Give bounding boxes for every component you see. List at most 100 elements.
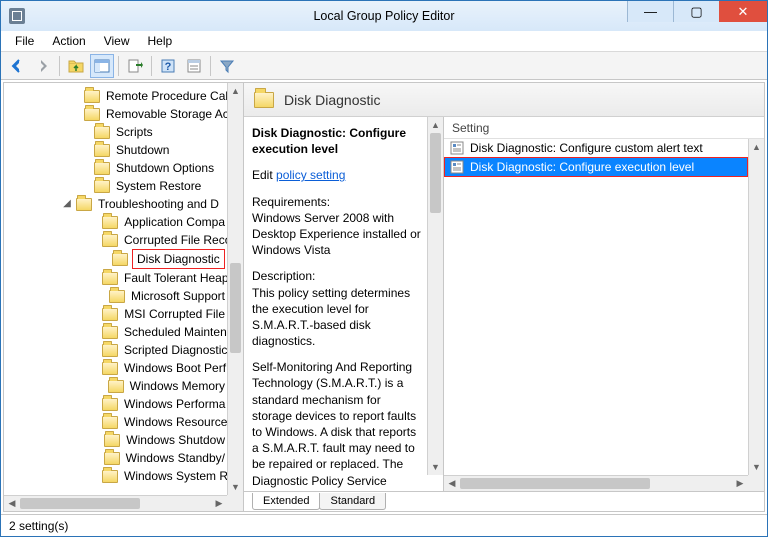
folder-icon: [102, 416, 118, 429]
tree-node[interactable]: Fault Tolerant Heap: [98, 269, 227, 287]
folder-icon: [76, 198, 92, 211]
folder-icon: [102, 308, 118, 321]
view-tabs: Extended Standard: [244, 491, 764, 511]
policy-icon: [450, 141, 464, 155]
maximize-button[interactable]: ▢: [673, 1, 719, 22]
toolbar-separator: [59, 56, 60, 76]
export-button[interactable]: [123, 54, 147, 78]
folder-icon: [102, 398, 118, 411]
menubar: File Action View Help: [1, 31, 767, 52]
help-button[interactable]: ?: [156, 54, 180, 78]
description-paragraph: Self-Monitoring And Reporting Technology…: [252, 359, 421, 491]
folder-icon: [109, 290, 125, 303]
policy-icon: [450, 160, 464, 174]
tree-node[interactable]: Windows Boot Perf: [98, 359, 227, 377]
menu-view[interactable]: View: [96, 32, 138, 50]
tree-node[interactable]: Shutdown: [80, 141, 227, 159]
tree-node-label: Fault Tolerant Heap: [122, 269, 227, 287]
tree-node-label: Scheduled Mainten: [122, 323, 227, 341]
status-text: 2 setting(s): [9, 519, 68, 533]
tab-extended[interactable]: Extended: [252, 493, 320, 510]
tree-pane: Remote Procedure Cal Removable Storage A…: [4, 83, 244, 511]
list-vertical-scrollbar[interactable]: ▲ ▼: [748, 139, 764, 475]
toolbar-separator: [151, 56, 152, 76]
tree-horizontal-scrollbar[interactable]: ◀ ▶: [4, 495, 227, 511]
settings-list-pane: Setting Disk Diagnostic: Configure custo…: [444, 117, 764, 491]
tree-vertical-scrollbar[interactable]: ▲ ▼: [227, 83, 243, 495]
description-label: Description:: [252, 268, 421, 284]
tree-node[interactable]: Scheduled Mainten: [98, 323, 227, 341]
description-vertical-scrollbar[interactable]: ▲ ▼: [427, 117, 443, 475]
minimize-button[interactable]: —: [627, 1, 673, 22]
tree-node[interactable]: Remote Procedure Cal: [80, 87, 227, 105]
folder-icon: [94, 162, 110, 175]
tree-node[interactable]: Windows Resource: [98, 413, 227, 431]
tree-node[interactable]: Windows Performa: [98, 395, 227, 413]
toolbar-separator: [210, 56, 211, 76]
tree-node[interactable]: Corrupted File Reco: [98, 231, 227, 249]
close-button[interactable]: ✕: [719, 1, 767, 22]
setting-row[interactable]: Disk Diagnostic: Configure custom alert …: [444, 139, 748, 157]
menu-action[interactable]: Action: [44, 32, 93, 50]
app-icon: [9, 8, 25, 24]
tree-node[interactable]: Scripts: [80, 123, 227, 141]
setting-label: Disk Diagnostic: Configure execution lev…: [470, 160, 694, 174]
tree-node[interactable]: Removable Storage Ac: [80, 105, 227, 123]
tree-node[interactable]: Shutdown Options: [80, 159, 227, 177]
edit-policy-link[interactable]: policy setting: [276, 168, 345, 182]
folder-icon: [84, 90, 100, 103]
tree-node-label: Windows Memory: [128, 377, 227, 395]
content-columns: Disk Diagnostic: Configure execution lev…: [244, 117, 764, 491]
tree-node-label: Windows Boot Perf: [122, 359, 227, 377]
show-hide-tree-button[interactable]: [90, 54, 114, 78]
scroll-corner: [227, 495, 243, 511]
tree-node[interactable]: Windows Memory: [98, 377, 227, 395]
up-folder-button[interactable]: [64, 54, 88, 78]
folder-icon: [84, 108, 100, 121]
tree-node[interactable]: Microsoft Support: [98, 287, 227, 305]
tree-node-label: Corrupted File Reco: [122, 231, 227, 249]
tree-node[interactable]: System Restore: [80, 177, 227, 195]
tree-node[interactable]: Disk Diagnostic: [98, 249, 227, 269]
tree-node-label: Windows Standby/: [124, 449, 227, 467]
right-pane: Disk Diagnostic Disk Diagnostic: Configu…: [244, 83, 764, 511]
requirements-text: Windows Server 2008 with Desktop Experie…: [252, 210, 421, 259]
forward-button[interactable]: [31, 54, 55, 78]
setting-row[interactable]: Disk Diagnostic: Configure execution lev…: [444, 157, 748, 177]
folder-icon: [112, 253, 128, 266]
folder-icon: [94, 144, 110, 157]
tree-node-expanded[interactable]: ◢Troubleshooting and D: [62, 195, 227, 213]
tree-scroll[interactable]: Remote Procedure Cal Removable Storage A…: [4, 83, 227, 495]
setting-label: Disk Diagnostic: Configure custom alert …: [470, 141, 703, 155]
policy-title: Disk Diagnostic: Configure execution lev…: [252, 125, 421, 157]
tree-node-label: Scripted Diagnostic: [122, 341, 227, 359]
svg-text:?: ?: [165, 61, 172, 73]
list-horizontal-scrollbar[interactable]: ◀ ▶: [444, 475, 748, 491]
requirements-label: Requirements:: [252, 194, 421, 210]
menu-file[interactable]: File: [7, 32, 42, 50]
tree-node-label: Application Compa: [122, 213, 227, 231]
tab-standard[interactable]: Standard: [319, 493, 386, 510]
column-header-setting[interactable]: Setting: [444, 117, 764, 139]
tree-node[interactable]: MSI Corrupted File: [98, 305, 227, 323]
properties-button[interactable]: [182, 54, 206, 78]
filter-button[interactable]: [215, 54, 239, 78]
folder-icon: [104, 434, 120, 447]
folder-icon: [102, 344, 118, 357]
tree-node-label: Windows Resource: [122, 413, 227, 431]
tree-node[interactable]: Scripted Diagnostic: [98, 341, 227, 359]
back-button[interactable]: [5, 54, 29, 78]
tree-node[interactable]: Windows Standby/: [98, 449, 227, 467]
tree-node[interactable]: Application Compa: [98, 213, 227, 231]
toolbar: ?: [1, 52, 767, 80]
tree-node-label: Windows Shutdow: [124, 431, 227, 449]
folder-icon: [108, 380, 124, 393]
tree-node-label: Windows Performa: [122, 395, 227, 413]
folder-icon: [94, 180, 110, 193]
tree-node[interactable]: Windows System R: [98, 467, 227, 485]
description-text: This policy setting determines the execu…: [252, 285, 421, 350]
menu-help[interactable]: Help: [140, 32, 181, 50]
folder-icon: [102, 326, 118, 339]
window-title: Local Group Policy Editor: [313, 9, 454, 23]
tree-node[interactable]: Windows Shutdow: [98, 431, 227, 449]
